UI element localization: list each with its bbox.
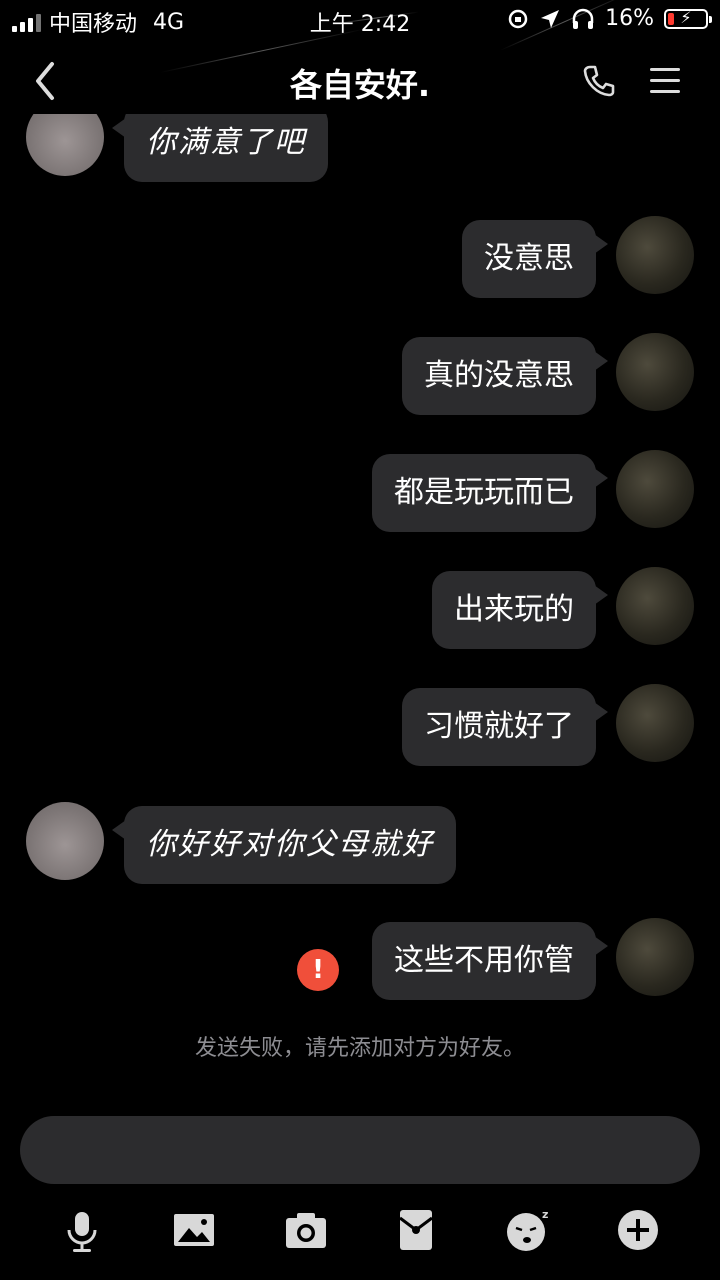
contact-avatar[interactable] [26,802,104,880]
my-avatar[interactable] [616,918,694,996]
svg-text:z: z [542,1208,548,1221]
chat-header: 各自安好. [0,48,720,114]
my-avatar[interactable] [616,567,694,645]
location-icon [541,9,560,28]
rotation-lock-icon [508,9,528,28]
message-bubble-outgoing[interactable]: 出来玩的 [432,571,608,649]
send-failed-icon[interactable]: ! [297,949,339,991]
my-avatar[interactable] [616,333,694,411]
input-toolbar: z [0,1200,720,1264]
message-bubble-outgoing[interactable]: 真的没意思 [402,337,608,415]
menu-icon[interactable] [650,68,680,94]
camera-icon[interactable] [282,1206,330,1254]
message-bubble-outgoing[interactable]: 都是玩玩而已 [372,454,608,532]
battery-percent: 16% [605,6,654,31]
red-packet-icon[interactable] [392,1206,440,1254]
status-right: 16% ⚡ [507,6,712,31]
battery-icon: ⚡ [664,8,712,29]
my-avatar[interactable] [616,684,694,762]
message-bubble-incoming[interactable]: 你满意了吧 [112,114,328,182]
send-failed-notice: 发送失败，请先添加对方为好友。 [194,1036,525,1061]
message-bubble-outgoing[interactable]: 这些不用你管 [372,922,608,1000]
headphones-icon [572,8,594,29]
my-avatar[interactable] [616,216,694,294]
plus-icon[interactable] [614,1206,662,1254]
microphone-icon[interactable] [58,1206,106,1254]
status-bar: 中国移动 4G 上午 2:42 16% ⚡ [0,0,720,40]
my-avatar[interactable] [616,450,694,528]
message-bubble-outgoing[interactable]: 习惯就好了 [402,688,608,766]
message-input[interactable] [20,1116,700,1184]
message-list: 你满意了吧 没意思 真的没意思 都是玩玩而已 出来玩的 习惯就好了 你好好对你父… [0,114,720,1064]
emoji-icon[interactable]: z [504,1206,552,1254]
message-bubble-incoming[interactable]: 你好好对你父母就好 [112,806,456,884]
image-icon[interactable] [170,1206,218,1254]
message-bubble-outgoing[interactable]: 没意思 [462,220,608,298]
contact-avatar[interactable] [26,114,104,176]
phone-icon[interactable] [582,64,616,98]
